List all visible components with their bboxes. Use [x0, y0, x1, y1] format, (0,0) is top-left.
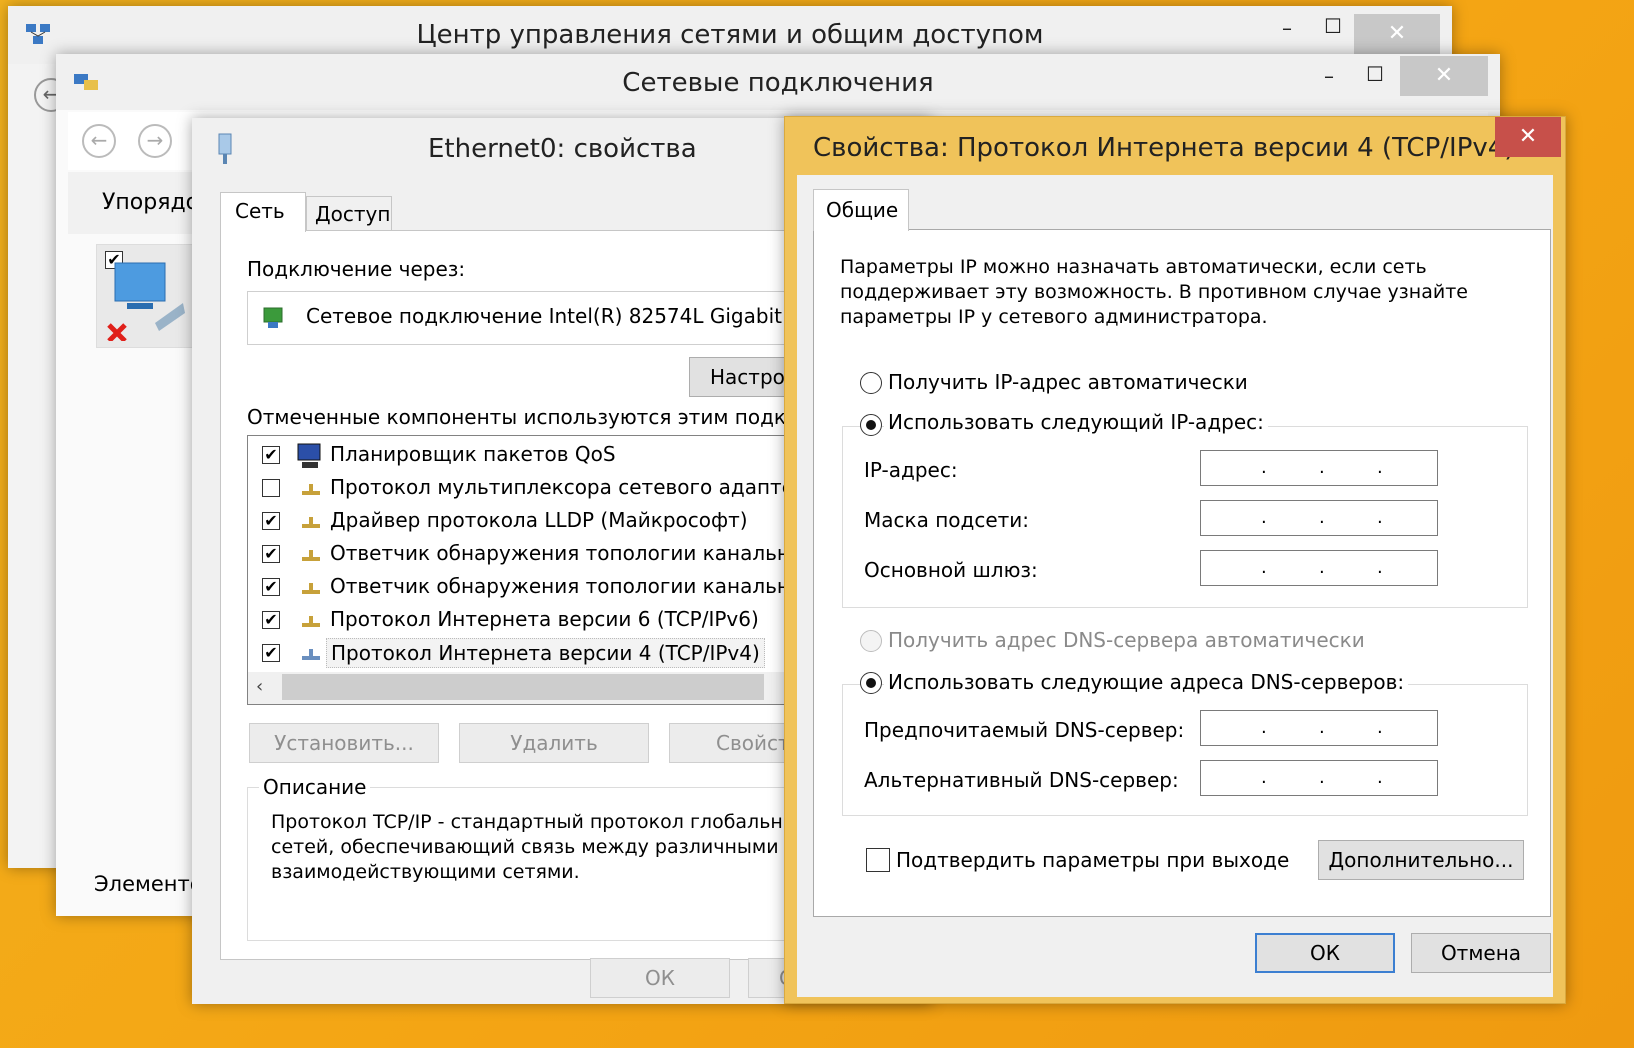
protocol-icon: [300, 646, 322, 662]
manual-dns-label[interactable]: Использовать следующие адреса DNS-сервер…: [884, 670, 1409, 694]
protocol-icon: [300, 514, 322, 530]
qos-scheduler-icon: [294, 442, 324, 470]
protocol-icon: [300, 481, 322, 497]
general-tab-panel: Параметры IP можно назначать автоматичес…: [813, 229, 1551, 917]
remove-button[interactable]: Удалить: [459, 723, 649, 763]
component-checkbox[interactable]: ✔: [262, 446, 280, 464]
manual-ip-label[interactable]: Использовать следующий IP-адрес:: [884, 410, 1268, 434]
maximize-button[interactable]: ☐: [1352, 62, 1398, 86]
validate-label[interactable]: Подтвердить параметры при выходе: [896, 848, 1289, 872]
intro-line-1: Параметры IP можно назначать автоматичес…: [840, 256, 1427, 278]
description-label: Описание: [259, 775, 371, 799]
component-checkbox[interactable]: ✔: [262, 578, 280, 596]
component-checkbox[interactable]: [262, 479, 280, 497]
alternate-dns-label: Альтернативный DNS-сервер:: [864, 768, 1179, 792]
gateway-field[interactable]: ...: [1200, 550, 1438, 586]
ethernet-app-icon: [214, 132, 236, 166]
status-bar-items: Элементо: [94, 872, 203, 896]
adapter-icon: [260, 304, 288, 332]
preferred-dns-label: Предпочитаемый DNS-сервер:: [864, 718, 1185, 742]
close-button[interactable]: ✕: [1495, 117, 1561, 157]
network-center-title: Центр управления сетями и общим доступом: [416, 20, 1044, 50]
preferred-dns-field[interactable]: ...: [1200, 710, 1438, 746]
intro-line-2: поддерживает эту возможность. В противно…: [840, 281, 1468, 303]
auto-ip-label[interactable]: Получить IP-адрес автоматически: [888, 370, 1248, 394]
auto-ip-radio[interactable]: [860, 372, 882, 394]
component-label: Ответчик обнаружения топологии канальног…: [330, 541, 825, 565]
ip-address-label: IP-адрес:: [864, 458, 958, 482]
scroll-left-icon[interactable]: ‹: [256, 676, 263, 697]
component-label: Ответчик обнаружения топологии канальног…: [330, 574, 825, 598]
description-line-1: Протокол TCP/IP - стандартный протокол г…: [271, 811, 798, 833]
manual-dns-radio[interactable]: [860, 672, 882, 694]
description-line-2: сетей, обеспечивающий связь между различ…: [271, 836, 779, 858]
component-checkbox[interactable]: ✔: [262, 644, 280, 662]
validate-checkbox[interactable]: [866, 848, 890, 872]
organize-menu[interactable]: Упорядо: [102, 190, 199, 215]
cancel-button[interactable]: Отмена: [1411, 933, 1551, 973]
ipv4-title: Свойства: Протокол Интернета версии 4 (T…: [813, 133, 1515, 163]
manual-ip-radio[interactable]: [860, 414, 882, 436]
forward-icon[interactable]: →: [138, 124, 172, 158]
component-label: Протокол мультиплексора сетевого адаптер…: [330, 475, 819, 499]
ok-button[interactable]: ОК: [590, 958, 730, 998]
tab-network[interactable]: Сеть: [220, 192, 306, 232]
network-adapter-icon: [107, 255, 187, 343]
network-connections-title: Сетевые подключения: [622, 68, 934, 98]
manual-dns-group: [842, 684, 1528, 816]
connection-item[interactable]: ✔: [96, 244, 194, 348]
component-label: Протокол Интернета версии 6 (TCP/IPv6): [330, 607, 759, 631]
gateway-label: Основной шлюз:: [864, 558, 1038, 582]
dialog-body: Общие Параметры IP можно назначать автом…: [797, 175, 1553, 997]
protocol-icon: [300, 613, 322, 629]
components-label: Отмеченные компоненты используются этим …: [247, 405, 828, 429]
subnet-mask-field[interactable]: ...: [1200, 500, 1438, 536]
close-button[interactable]: ✕: [1354, 14, 1440, 54]
close-button[interactable]: ✕: [1400, 56, 1488, 96]
advanced-button[interactable]: Дополнительно...: [1318, 840, 1524, 880]
minimize-button[interactable]: –: [1306, 64, 1352, 88]
intro-line-3: параметры IP у сетевого администратора.: [840, 306, 1268, 328]
ethernet-title: Ethernet0: свойства: [428, 134, 697, 164]
network-connections-titlebar: Сетевые подключения – ☐ ✕: [56, 54, 1500, 110]
ok-button[interactable]: ОК: [1255, 933, 1395, 973]
ipv4-properties-window: Свойства: Протокол Интернета версии 4 (T…: [784, 116, 1566, 1004]
component-label: Драйвер протокола LLDP (Майкрософт): [330, 508, 748, 532]
protocol-icon: [300, 580, 322, 596]
maximize-button[interactable]: ☐: [1310, 14, 1356, 38]
back-icon[interactable]: ←: [82, 124, 116, 158]
component-label: Протокол Интернета версии 4 (TCP/IPv4): [326, 638, 765, 668]
subnet-mask-label: Маска подсети:: [864, 508, 1030, 532]
auto-dns-radio[interactable]: [860, 630, 882, 652]
component-checkbox[interactable]: ✔: [262, 512, 280, 530]
scrollbar-thumb[interactable]: [282, 674, 764, 700]
minimize-button[interactable]: –: [1264, 16, 1310, 40]
connect-via-label: Подключение через:: [247, 257, 466, 281]
component-checkbox[interactable]: ✔: [262, 545, 280, 563]
description-line-3: взаимодействующими сетями.: [271, 861, 580, 883]
alternate-dns-field[interactable]: ...: [1200, 760, 1438, 796]
auto-dns-label[interactable]: Получить адрес DNS-сервера автоматически: [888, 628, 1365, 652]
protocol-icon: [300, 547, 322, 563]
component-label: Планировщик пакетов QoS: [330, 442, 616, 466]
adapter-name: Сетевое подключение Intel(R) 82574L Giga…: [306, 304, 782, 328]
tab-general[interactable]: Общие: [813, 189, 909, 231]
tab-sharing[interactable]: Доступ: [306, 196, 392, 230]
install-button[interactable]: Установить...: [249, 723, 439, 763]
ip-address-field[interactable]: ...: [1200, 450, 1438, 486]
component-checkbox[interactable]: ✔: [262, 611, 280, 629]
